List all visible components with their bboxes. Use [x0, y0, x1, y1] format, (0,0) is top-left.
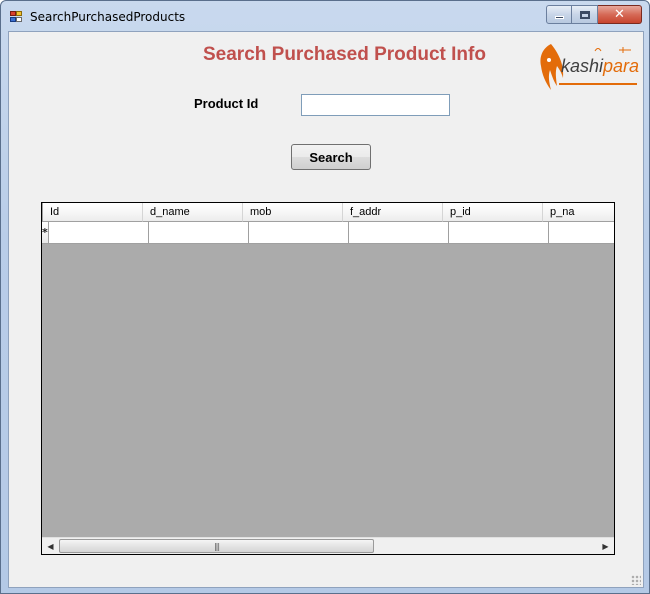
logo-underline: [559, 83, 637, 85]
scroll-left-arrow-icon[interactable]: ◀: [42, 538, 59, 554]
column-header-p-name[interactable]: p_na: [543, 203, 614, 222]
scrollbar-thumb[interactable]: |||: [59, 539, 374, 553]
scroll-right-arrow-icon[interactable]: ▶: [597, 538, 614, 554]
column-header-id[interactable]: Id: [43, 203, 143, 222]
product-id-label: Product Id: [194, 96, 259, 111]
grid-cell-f-addr[interactable]: [348, 222, 449, 244]
app-icon[interactable]: [10, 11, 24, 23]
grid-cell-mob[interactable]: [248, 222, 349, 244]
logo-text-part1: kashi: [561, 56, 604, 76]
close-button[interactable]: ✕: [598, 5, 642, 24]
grid-header-row: Id d_name mob f_addr p_id p_na: [42, 203, 614, 222]
new-row-marker[interactable]: *: [42, 222, 49, 244]
minimize-icon: [554, 16, 564, 19]
kashipara-logo: kashipara: [537, 42, 639, 92]
form-client-area: Search Purchased Product Info kashipara …: [8, 31, 644, 588]
horizontal-scrollbar[interactable]: ◀ ||| ▶: [42, 537, 614, 554]
product-id-input[interactable]: [301, 94, 450, 116]
window-title: SearchPurchasedProducts: [30, 10, 186, 24]
resize-grip-icon[interactable]: [631, 575, 641, 585]
close-icon: ✕: [614, 7, 625, 22]
window-controls: ✕: [546, 5, 642, 24]
search-button[interactable]: Search: [291, 144, 371, 170]
column-header-d-name[interactable]: d_name: [143, 203, 243, 222]
scroll-thumb-grip: |||: [213, 541, 220, 551]
results-data-grid[interactable]: Id d_name mob f_addr p_id p_na * ◀ ||| ▶: [41, 202, 615, 555]
column-header-f-addr[interactable]: f_addr: [343, 203, 443, 222]
application-window: SearchPurchasedProducts ✕ Search Purchas…: [0, 0, 650, 594]
logo-text-part2: para: [603, 56, 640, 76]
maximize-button[interactable]: [572, 5, 598, 24]
maximize-icon: [579, 10, 590, 19]
page-title: Search Purchased Product Info: [203, 44, 486, 65]
grid-cell-p-id[interactable]: [448, 222, 549, 244]
grid-cell-d-name[interactable]: [148, 222, 249, 244]
logo-text: kashipara: [561, 56, 639, 77]
title-bar[interactable]: SearchPurchasedProducts ✕: [1, 1, 649, 31]
logo-decor-icon: [594, 47, 631, 53]
minimize-button[interactable]: [546, 5, 572, 24]
column-header-mob[interactable]: mob: [243, 203, 343, 222]
grid-cell-id[interactable]: [48, 222, 149, 244]
column-header-p-id[interactable]: p_id: [443, 203, 543, 222]
grid-cell-p-name[interactable]: [548, 222, 614, 244]
grid-new-row: *: [42, 222, 614, 244]
